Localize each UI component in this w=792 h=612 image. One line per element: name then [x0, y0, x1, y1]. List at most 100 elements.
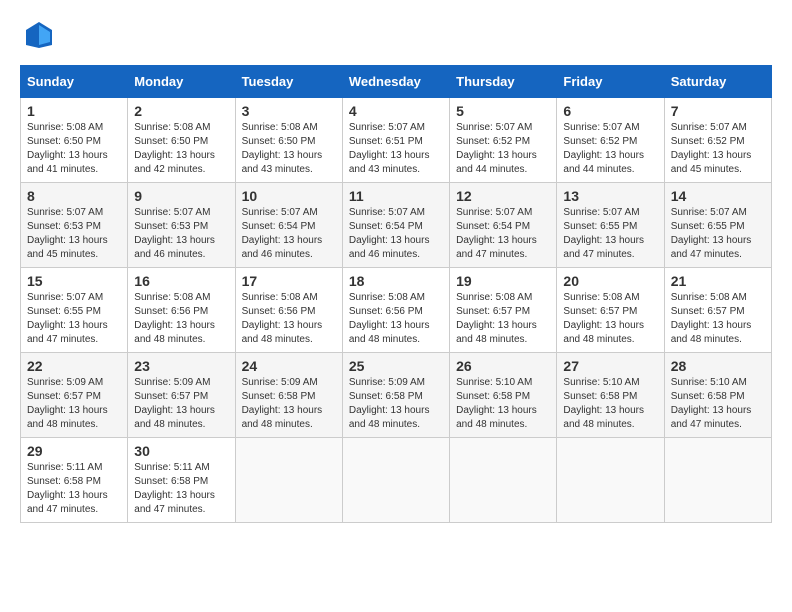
calendar-cell: 7 Sunrise: 5:07 AM Sunset: 6:52 PM Dayli…	[664, 98, 771, 183]
calendar-cell: 21 Sunrise: 5:08 AM Sunset: 6:57 PM Dayl…	[664, 268, 771, 353]
day-number: 15	[27, 273, 121, 289]
day-info: Sunrise: 5:10 AM Sunset: 6:58 PM Dayligh…	[456, 376, 550, 432]
day-info: Sunrise: 5:07 AM Sunset: 6:54 PM Dayligh…	[242, 206, 336, 262]
header-monday: Monday	[128, 66, 235, 98]
calendar-week-1: 1 Sunrise: 5:08 AM Sunset: 6:50 PM Dayli…	[21, 98, 772, 183]
day-info: Sunrise: 5:08 AM Sunset: 6:56 PM Dayligh…	[242, 291, 336, 347]
day-number: 24	[242, 358, 336, 374]
calendar-week-5: 29 Sunrise: 5:11 AM Sunset: 6:58 PM Dayl…	[21, 438, 772, 523]
day-number: 30	[134, 443, 228, 459]
calendar-cell: 16 Sunrise: 5:08 AM Sunset: 6:56 PM Dayl…	[128, 268, 235, 353]
day-info: Sunrise: 5:08 AM Sunset: 6:56 PM Dayligh…	[349, 291, 443, 347]
day-info: Sunrise: 5:11 AM Sunset: 6:58 PM Dayligh…	[27, 461, 121, 517]
day-info: Sunrise: 5:07 AM Sunset: 6:53 PM Dayligh…	[27, 206, 121, 262]
calendar-cell: 1 Sunrise: 5:08 AM Sunset: 6:50 PM Dayli…	[21, 98, 128, 183]
day-number: 27	[563, 358, 657, 374]
day-number: 3	[242, 103, 336, 119]
calendar-week-2: 8 Sunrise: 5:07 AM Sunset: 6:53 PM Dayli…	[21, 183, 772, 268]
logo-icon	[24, 20, 54, 50]
day-info: Sunrise: 5:07 AM Sunset: 6:55 PM Dayligh…	[563, 206, 657, 262]
day-info: Sunrise: 5:10 AM Sunset: 6:58 PM Dayligh…	[563, 376, 657, 432]
day-number: 22	[27, 358, 121, 374]
calendar-cell: 11 Sunrise: 5:07 AM Sunset: 6:54 PM Dayl…	[342, 183, 449, 268]
calendar-cell: 14 Sunrise: 5:07 AM Sunset: 6:55 PM Dayl…	[664, 183, 771, 268]
calendar-cell: 5 Sunrise: 5:07 AM Sunset: 6:52 PM Dayli…	[450, 98, 557, 183]
day-number: 12	[456, 188, 550, 204]
calendar-cell: 9 Sunrise: 5:07 AM Sunset: 6:53 PM Dayli…	[128, 183, 235, 268]
calendar-cell: 10 Sunrise: 5:07 AM Sunset: 6:54 PM Dayl…	[235, 183, 342, 268]
day-number: 28	[671, 358, 765, 374]
day-info: Sunrise: 5:09 AM Sunset: 6:58 PM Dayligh…	[242, 376, 336, 432]
day-info: Sunrise: 5:11 AM Sunset: 6:58 PM Dayligh…	[134, 461, 228, 517]
calendar-cell: 28 Sunrise: 5:10 AM Sunset: 6:58 PM Dayl…	[664, 353, 771, 438]
day-number: 18	[349, 273, 443, 289]
calendar-week-3: 15 Sunrise: 5:07 AM Sunset: 6:55 PM Dayl…	[21, 268, 772, 353]
day-number: 13	[563, 188, 657, 204]
day-info: Sunrise: 5:09 AM Sunset: 6:57 PM Dayligh…	[134, 376, 228, 432]
calendar-cell: 22 Sunrise: 5:09 AM Sunset: 6:57 PM Dayl…	[21, 353, 128, 438]
day-number: 9	[134, 188, 228, 204]
calendar-cell: 3 Sunrise: 5:08 AM Sunset: 6:50 PM Dayli…	[235, 98, 342, 183]
day-number: 17	[242, 273, 336, 289]
header-thursday: Thursday	[450, 66, 557, 98]
calendar-cell: 20 Sunrise: 5:08 AM Sunset: 6:57 PM Dayl…	[557, 268, 664, 353]
calendar-cell: 17 Sunrise: 5:08 AM Sunset: 6:56 PM Dayl…	[235, 268, 342, 353]
day-number: 23	[134, 358, 228, 374]
logo	[20, 20, 50, 55]
day-number: 6	[563, 103, 657, 119]
day-number: 1	[27, 103, 121, 119]
day-info: Sunrise: 5:08 AM Sunset: 6:57 PM Dayligh…	[563, 291, 657, 347]
calendar-cell: 15 Sunrise: 5:07 AM Sunset: 6:55 PM Dayl…	[21, 268, 128, 353]
header	[20, 20, 772, 55]
day-number: 21	[671, 273, 765, 289]
day-number: 25	[349, 358, 443, 374]
calendar-cell	[235, 438, 342, 523]
calendar-cell: 24 Sunrise: 5:09 AM Sunset: 6:58 PM Dayl…	[235, 353, 342, 438]
calendar-cell: 12 Sunrise: 5:07 AM Sunset: 6:54 PM Dayl…	[450, 183, 557, 268]
calendar-cell	[342, 438, 449, 523]
day-info: Sunrise: 5:08 AM Sunset: 6:56 PM Dayligh…	[134, 291, 228, 347]
calendar-cell: 4 Sunrise: 5:07 AM Sunset: 6:51 PM Dayli…	[342, 98, 449, 183]
day-number: 29	[27, 443, 121, 459]
day-number: 16	[134, 273, 228, 289]
calendar-cell: 6 Sunrise: 5:07 AM Sunset: 6:52 PM Dayli…	[557, 98, 664, 183]
calendar-cell: 27 Sunrise: 5:10 AM Sunset: 6:58 PM Dayl…	[557, 353, 664, 438]
calendar-table: SundayMondayTuesdayWednesdayThursdayFrid…	[20, 65, 772, 523]
calendar-cell	[664, 438, 771, 523]
day-info: Sunrise: 5:07 AM Sunset: 6:53 PM Dayligh…	[134, 206, 228, 262]
calendar-cell: 30 Sunrise: 5:11 AM Sunset: 6:58 PM Dayl…	[128, 438, 235, 523]
day-info: Sunrise: 5:07 AM Sunset: 6:54 PM Dayligh…	[456, 206, 550, 262]
day-number: 7	[671, 103, 765, 119]
day-number: 26	[456, 358, 550, 374]
day-number: 2	[134, 103, 228, 119]
day-info: Sunrise: 5:07 AM Sunset: 6:51 PM Dayligh…	[349, 121, 443, 177]
calendar-cell: 26 Sunrise: 5:10 AM Sunset: 6:58 PM Dayl…	[450, 353, 557, 438]
calendar-cell	[450, 438, 557, 523]
calendar-cell: 13 Sunrise: 5:07 AM Sunset: 6:55 PM Dayl…	[557, 183, 664, 268]
header-tuesday: Tuesday	[235, 66, 342, 98]
header-saturday: Saturday	[664, 66, 771, 98]
day-number: 14	[671, 188, 765, 204]
day-info: Sunrise: 5:10 AM Sunset: 6:58 PM Dayligh…	[671, 376, 765, 432]
calendar-cell: 2 Sunrise: 5:08 AM Sunset: 6:50 PM Dayli…	[128, 98, 235, 183]
day-info: Sunrise: 5:07 AM Sunset: 6:54 PM Dayligh…	[349, 206, 443, 262]
day-number: 8	[27, 188, 121, 204]
day-info: Sunrise: 5:09 AM Sunset: 6:57 PM Dayligh…	[27, 376, 121, 432]
day-number: 5	[456, 103, 550, 119]
calendar-cell: 25 Sunrise: 5:09 AM Sunset: 6:58 PM Dayl…	[342, 353, 449, 438]
calendar-cell: 18 Sunrise: 5:08 AM Sunset: 6:56 PM Dayl…	[342, 268, 449, 353]
day-info: Sunrise: 5:07 AM Sunset: 6:52 PM Dayligh…	[671, 121, 765, 177]
day-info: Sunrise: 5:08 AM Sunset: 6:50 PM Dayligh…	[242, 121, 336, 177]
day-info: Sunrise: 5:07 AM Sunset: 6:55 PM Dayligh…	[671, 206, 765, 262]
day-info: Sunrise: 5:08 AM Sunset: 6:50 PM Dayligh…	[27, 121, 121, 177]
day-number: 10	[242, 188, 336, 204]
day-info: Sunrise: 5:08 AM Sunset: 6:57 PM Dayligh…	[671, 291, 765, 347]
day-info: Sunrise: 5:07 AM Sunset: 6:52 PM Dayligh…	[456, 121, 550, 177]
header-friday: Friday	[557, 66, 664, 98]
header-sunday: Sunday	[21, 66, 128, 98]
day-info: Sunrise: 5:08 AM Sunset: 6:57 PM Dayligh…	[456, 291, 550, 347]
calendar-cell: 23 Sunrise: 5:09 AM Sunset: 6:57 PM Dayl…	[128, 353, 235, 438]
day-number: 4	[349, 103, 443, 119]
day-number: 19	[456, 273, 550, 289]
day-info: Sunrise: 5:09 AM Sunset: 6:58 PM Dayligh…	[349, 376, 443, 432]
